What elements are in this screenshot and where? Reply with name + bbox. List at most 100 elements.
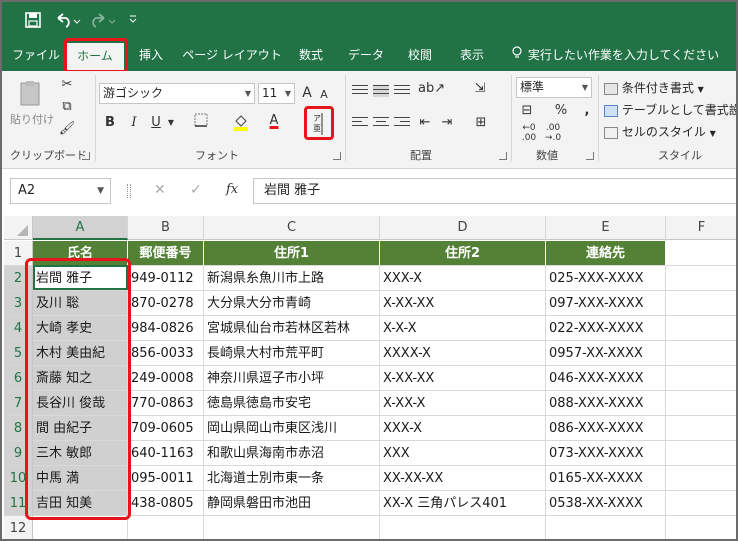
cell-postal-code[interactable]: 870-0278 — [128, 291, 204, 316]
column-header-f[interactable]: F — [666, 216, 736, 240]
cell-empty[interactable] — [380, 516, 546, 539]
align-right-icon[interactable] — [394, 117, 410, 129]
cell-address1[interactable]: 徳島県徳島市安宅 — [204, 391, 380, 416]
tell-me-search[interactable]: 実行したい作業を入力してください — [512, 40, 719, 71]
header-cell-contact[interactable]: 連絡先 — [546, 241, 666, 266]
decrease-decimal-icon[interactable]: .00 →.0 — [542, 123, 564, 143]
number-launcher-icon[interactable] — [586, 152, 594, 160]
shrink-font-button[interactable]: A — [317, 85, 331, 105]
conditional-formatting-button[interactable]: 条件付き書式 ▼ — [604, 79, 704, 96]
cell-postal-code[interactable]: 640-1163 — [128, 441, 204, 466]
number-format-select[interactable]: 標準 ▼ — [516, 77, 592, 98]
cell-empty[interactable] — [128, 516, 204, 539]
grow-font-button[interactable]: A — [299, 83, 315, 103]
column-header-e[interactable]: E — [546, 216, 666, 240]
header-cell-address2[interactable]: 住所2 — [380, 241, 546, 266]
row-header-12[interactable]: 12 — [4, 516, 33, 539]
row-header-8[interactable]: 8 — [4, 416, 33, 441]
increase-indent-icon[interactable]: ⇥ — [438, 113, 456, 133]
alignment-launcher-icon[interactable] — [499, 152, 507, 160]
underline-button[interactable]: U — [148, 113, 164, 133]
cell-postal-code[interactable]: 770-0863 — [128, 391, 204, 416]
undo-icon[interactable] — [55, 12, 81, 30]
column-header-a[interactable]: A — [33, 216, 128, 240]
cell-contact[interactable]: 022-XXX-XXXX — [546, 316, 666, 341]
cell-f1[interactable] — [666, 241, 736, 266]
save-icon[interactable] — [25, 12, 41, 30]
row-header-9[interactable]: 9 — [4, 441, 33, 466]
cell-postal-code[interactable]: 984-0826 — [128, 316, 204, 341]
percent-style-button[interactable]: % — [554, 101, 568, 121]
row-header-1[interactable]: 1 — [4, 241, 33, 266]
cell-address1[interactable]: 北海道士別市東一条 — [204, 466, 380, 491]
decrease-indent-icon[interactable]: ⇤ — [416, 113, 434, 133]
cell-name[interactable]: 吉田 知美 — [33, 491, 128, 516]
italic-button[interactable]: I — [126, 113, 142, 133]
cell-address2[interactable]: XXX — [380, 441, 546, 466]
orientation-icon[interactable]: ab↗ — [418, 79, 445, 99]
tab-home[interactable]: ホーム — [66, 43, 124, 71]
cell-name[interactable]: 大崎 孝史 — [33, 316, 128, 341]
fill-color-icon[interactable] — [232, 113, 250, 133]
align-left-icon[interactable] — [352, 117, 368, 129]
align-middle-icon[interactable] — [373, 85, 389, 97]
cell-contact[interactable]: 0538-XX-XXXX — [546, 491, 666, 516]
column-header-d[interactable]: D — [380, 216, 546, 240]
cell-styles-button[interactable]: セルのスタイル ▼ — [604, 123, 716, 140]
cell-empty[interactable] — [666, 291, 736, 316]
row-header-3[interactable]: 3 — [4, 291, 33, 316]
cell-address2[interactable]: X-X-X — [380, 316, 546, 341]
tab-review[interactable]: 校閲 — [398, 40, 442, 71]
cell-postal-code[interactable]: 249-0008 — [128, 366, 204, 391]
cell-contact[interactable]: 046-XXX-XXXX — [546, 366, 666, 391]
insert-function-button[interactable]: fx — [226, 182, 238, 197]
cell-name[interactable]: 木村 美由紀 — [33, 341, 128, 366]
cell-address2[interactable]: X-XX-X — [380, 391, 546, 416]
row-header-6[interactable]: 6 — [4, 366, 33, 391]
wrap-text-icon[interactable]: ⇲ — [472, 79, 488, 99]
align-top-icon[interactable] — [352, 85, 368, 97]
cell-address1[interactable]: 和歌山県海南市赤沼 — [204, 441, 380, 466]
redo-icon[interactable] — [90, 12, 116, 30]
cell-contact[interactable]: 086-XXX-XXXX — [546, 416, 666, 441]
tab-page-layout[interactable]: ページ レイアウト — [182, 40, 282, 71]
cell-contact[interactable]: 073-XXX-XXXX — [546, 441, 666, 466]
merge-center-icon[interactable]: ⊞ — [472, 113, 490, 133]
format-painter-icon[interactable]: 🖌 — [58, 119, 76, 139]
cell-empty[interactable] — [666, 266, 736, 291]
cell-postal-code[interactable]: 856-0033 — [128, 341, 204, 366]
header-cell-postal-code[interactable]: 郵便番号 — [128, 241, 204, 266]
formula-input[interactable]: 岩間 雅子 — [253, 178, 736, 204]
cancel-icon[interactable]: ✕ — [154, 182, 166, 198]
cell-address1[interactable]: 新潟県糸魚川市上路 — [204, 266, 380, 291]
cell-address1[interactable]: 大分県大分市青崎 — [204, 291, 380, 316]
tab-insert[interactable]: 挿入 — [130, 40, 172, 71]
copy-icon[interactable]: ⧉ — [58, 97, 76, 117]
cell-name[interactable]: 三木 敏郎 — [33, 441, 128, 466]
cell-empty[interactable] — [666, 441, 736, 466]
cell-name[interactable]: 及川 聡 — [33, 291, 128, 316]
row-header-7[interactable]: 7 — [4, 391, 33, 416]
font-color-icon[interactable]: A — [266, 111, 282, 131]
cell-name[interactable]: 間 由紀子 — [33, 416, 128, 441]
cell-postal-code[interactable]: 095-0011 — [128, 466, 204, 491]
chevron-down-icon[interactable]: ▼ — [166, 113, 176, 133]
cell-contact[interactable]: 088-XXX-XXXX — [546, 391, 666, 416]
cell-address2[interactable]: XXX-X — [380, 416, 546, 441]
cell-address2[interactable]: XX-XX-XX — [380, 466, 546, 491]
cell-name[interactable]: 中馬 満 — [33, 466, 128, 491]
cell-name[interactable]: 斎藤 知之 — [33, 366, 128, 391]
cell-empty[interactable] — [666, 466, 736, 491]
column-header-c[interactable]: C — [204, 216, 380, 240]
tab-file[interactable]: ファイル — [10, 40, 62, 71]
cell-address1[interactable]: 神奈川県逗子市小坪 — [204, 366, 380, 391]
comma-style-button[interactable]: , — [580, 101, 594, 121]
cell-empty[interactable] — [666, 491, 736, 516]
cell-postal-code[interactable]: 709-0605 — [128, 416, 204, 441]
cell-address2[interactable]: XXX-X — [380, 266, 546, 291]
cell-address1[interactable]: 長崎県大村市荒平町 — [204, 341, 380, 366]
column-header-b[interactable]: B — [128, 216, 204, 240]
cell-postal-code[interactable]: 949-0112 — [128, 266, 204, 291]
font-launcher-icon[interactable] — [333, 152, 341, 160]
name-box[interactable]: A2 ▼ — [10, 178, 111, 204]
